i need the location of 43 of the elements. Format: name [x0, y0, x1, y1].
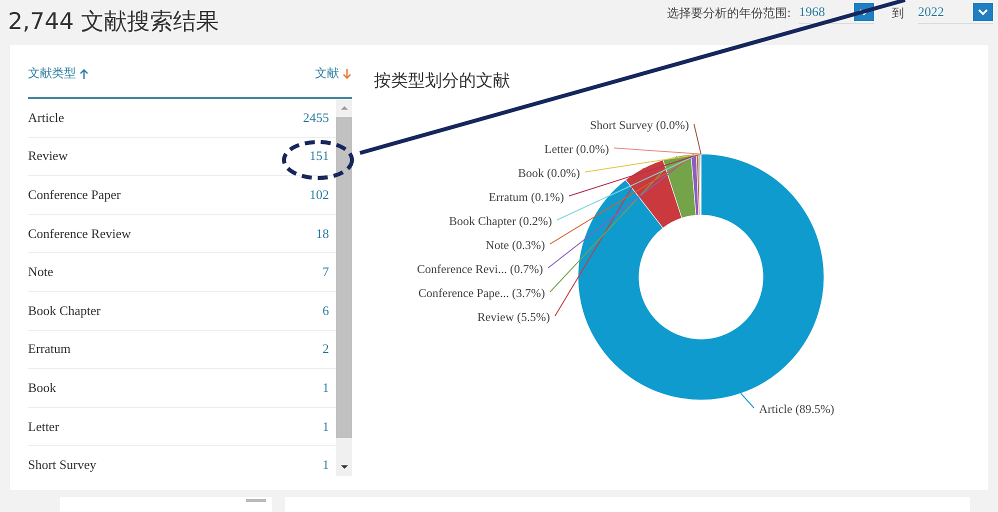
slice-label: Erratum (0.1%) [488, 190, 564, 204]
slice-label: Conference Pape... (3.7%) [418, 286, 545, 300]
type-column-header[interactable]: 文献类型 [28, 65, 89, 82]
slice-label: Article (89.5%) [759, 402, 834, 416]
type-cell: Letter [28, 418, 60, 435]
type-cell: Erratum [28, 341, 71, 358]
count-link[interactable]: 2 [322, 341, 329, 358]
type-cell: Conference Review [28, 226, 131, 242]
count-link[interactable]: 2455 [303, 110, 329, 126]
type-cell: Article [28, 110, 64, 126]
slice-label: Book (0.0%) [518, 166, 580, 180]
slice-label: Review (5.5%) [477, 310, 550, 324]
count-column-header[interactable]: 文献 [315, 65, 352, 82]
count-link[interactable]: 102 [310, 186, 329, 203]
count-link[interactable]: 1 [322, 380, 329, 396]
count-link[interactable]: 151 [310, 148, 329, 164]
slice-label: Letter (0.0%) [544, 142, 609, 156]
count-link[interactable]: 18 [316, 226, 329, 242]
year-to-select[interactable]: 2022 [918, 3, 993, 24]
slice-label: Book Chapter (0.2%) [449, 214, 552, 228]
chart-title: 按类型划分的文献 [374, 70, 511, 92]
year-from-select[interactable]: 1968 [799, 3, 874, 24]
count-link[interactable]: 1 [322, 457, 329, 474]
caret-icon [973, 3, 993, 21]
type-cell: Book [28, 380, 56, 396]
type-cell: Note [28, 264, 54, 280]
page-title: 2,744 文献搜索结果 [8, 8, 220, 37]
type-cell: Conference Paper [28, 186, 121, 203]
count-link[interactable]: 6 [322, 302, 329, 319]
scrollbar[interactable] [336, 99, 352, 476]
leader-line [740, 392, 754, 408]
year-range-label: 选择要分析的年份范围: [666, 5, 791, 22]
count-link[interactable]: 1 [322, 418, 329, 435]
type-cell: Book Chapter [28, 302, 101, 319]
annotation-ellipse [282, 140, 354, 180]
count-link[interactable]: 7 [322, 264, 329, 280]
range-separator: 到 [892, 5, 904, 22]
slice-label: Note (0.3%) [486, 238, 545, 252]
slice-label: Short Survey (0.0%) [590, 118, 689, 132]
type-cell: Review [28, 148, 68, 164]
scroll-down-icon[interactable] [340, 464, 348, 470]
type-cell: Short Survey [28, 457, 96, 474]
slice-label: Conference Revi... (0.7%) [417, 262, 543, 276]
